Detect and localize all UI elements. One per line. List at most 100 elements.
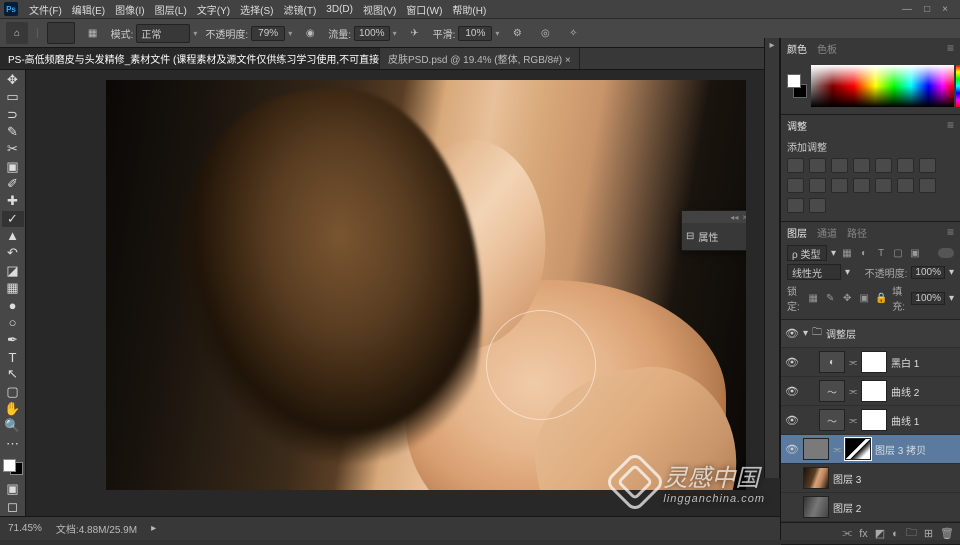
brush-panel-toggle[interactable]: ▦ <box>83 23 103 43</box>
tool-eyedropper[interactable]: ✐ <box>2 176 24 192</box>
layer-group[interactable]: 👁 ▾ 🗀 调整层 <box>781 320 960 348</box>
adj-bw[interactable] <box>787 178 804 193</box>
tool-healing[interactable]: ✚ <box>2 193 24 209</box>
adj-invert[interactable] <box>875 178 892 193</box>
lock-all-icon[interactable]: 🔒 <box>874 291 888 305</box>
layer-thumb[interactable]: 〜 <box>819 409 845 431</box>
airbrush-icon[interactable]: ✈ <box>405 23 425 43</box>
symmetry-icon[interactable]: ✧ <box>563 23 583 43</box>
panel-menu-icon[interactable]: ≡ <box>947 118 954 132</box>
color-fg-bg[interactable] <box>787 74 807 98</box>
tool-frame[interactable]: ▣ <box>2 159 24 175</box>
filter-shape-icon[interactable]: ▢ <box>891 246 905 260</box>
tab-paths[interactable]: 路径 <box>847 225 867 240</box>
adj-gradientmap[interactable] <box>787 198 804 213</box>
layer-opacity-value[interactable]: 100% <box>911 266 945 279</box>
tool-lasso[interactable]: ⊃ <box>2 107 24 123</box>
zoom-level[interactable]: 71.45% <box>8 523 42 534</box>
panel-collapse-icon[interactable]: ◂◂ <box>730 213 738 222</box>
lock-transparent-icon[interactable]: ▦ <box>806 291 820 305</box>
screen-mode[interactable]: ◻ <box>2 499 24 515</box>
tab-color[interactable]: 颜色 <box>787 41 807 56</box>
doc-size[interactable]: 文档:4.88M/25.9M <box>56 521 137 536</box>
opacity-value[interactable]: 79% <box>251 26 285 41</box>
tool-zoom[interactable]: 🔍 <box>2 418 24 434</box>
tool-move[interactable]: ✥ <box>2 72 24 88</box>
layer-filter-kind[interactable]: ρ 类型 <box>787 245 827 261</box>
properties-panel[interactable]: ◂◂× ⊟属性 <box>681 210 746 251</box>
lock-artboard-icon[interactable]: ▣ <box>857 291 871 305</box>
tool-dodge[interactable]: ○ <box>2 314 24 330</box>
tab-document-2[interactable]: 皮肤PSD.psd @ 19.4% (整体, RGB/8#) × <box>380 48 580 69</box>
link-layers-icon[interactable]: ⫘ <box>842 527 852 540</box>
adj-colorbalance[interactable] <box>919 158 936 173</box>
chevron-down-icon[interactable]: ▾ <box>803 328 808 339</box>
link-icon[interactable]: ⫘ <box>849 415 857 426</box>
mask-thumb[interactable] <box>861 380 887 402</box>
adj-photofilter[interactable] <box>809 178 826 193</box>
visibility-toggle[interactable]: 👁 <box>785 356 799 369</box>
blend-mode-select[interactable]: 线性光 <box>787 264 841 280</box>
layer-name[interactable]: 曲线 1 <box>891 413 956 428</box>
tab-document-1[interactable]: PS-高低频磨皮与头发精修_素材文件 (课程素材及源文件仅供练习学习使用,不可直… <box>0 48 380 69</box>
tool-path[interactable]: ↖ <box>2 366 24 382</box>
layer-name[interactable]: 曲线 2 <box>891 384 956 399</box>
adjustment-icon[interactable]: ◐ <box>892 528 899 540</box>
layer-row[interactable]: 👁 〜 ⫘ 曲线 2 <box>781 377 960 406</box>
visibility-toggle[interactable]: 👁 <box>785 414 799 427</box>
link-icon[interactable]: ⫘ <box>833 444 841 455</box>
layer-row[interactable]: 👁 ⫘ 图层 3 拷贝 <box>781 435 960 464</box>
filter-type-icon[interactable]: T <box>874 246 888 260</box>
adj-levels[interactable] <box>809 158 826 173</box>
layer-row[interactable]: 👁 ◐ ⫘ 黑白 1 <box>781 348 960 377</box>
menu-3d[interactable]: 3D(D) <box>321 4 358 15</box>
blend-mode-select[interactable]: 正常 <box>136 24 190 43</box>
layer-row[interactable]: 图层 2 <box>781 493 960 522</box>
layer-name[interactable]: 调整层 <box>826 326 956 341</box>
adj-selectivecolor[interactable] <box>809 198 826 213</box>
layer-name[interactable]: 图层 3 拷贝 <box>875 442 956 457</box>
gear-icon[interactable]: ⚙ <box>507 23 527 43</box>
tool-hand[interactable]: ✋ <box>2 401 24 417</box>
layer-name[interactable]: 黑白 1 <box>891 355 956 370</box>
flow-value[interactable]: 100% <box>354 26 390 41</box>
adj-colorlookup[interactable] <box>853 178 870 193</box>
adj-vibrance[interactable] <box>875 158 892 173</box>
adj-brightness[interactable] <box>787 158 804 173</box>
layer-thumb[interactable] <box>803 496 829 518</box>
tool-clone[interactable]: ▲ <box>2 228 24 244</box>
tool-quick-select[interactable]: ✎ <box>2 124 24 140</box>
tool-type[interactable]: T <box>2 349 24 365</box>
tab-swatches[interactable]: 色板 <box>817 41 837 56</box>
trash-icon[interactable]: 🗑 <box>940 527 954 540</box>
tool-pen[interactable]: ✒ <box>2 332 24 348</box>
fx-icon[interactable]: fx <box>859 528 868 540</box>
link-icon[interactable]: ⫘ <box>849 357 857 368</box>
filter-adj-icon[interactable]: ◐ <box>857 246 871 260</box>
new-layer-icon[interactable]: ⊞ <box>924 527 933 540</box>
layer-name[interactable]: 图层 2 <box>833 500 956 515</box>
menu-edit[interactable]: 编辑(E) <box>67 2 110 17</box>
close-icon[interactable]: × <box>742 213 746 222</box>
hue-strip[interactable] <box>956 65 960 107</box>
tool-marquee[interactable]: ▭ <box>2 89 24 105</box>
visibility-toggle[interactable]: 👁 <box>785 385 799 398</box>
link-icon[interactable]: ⫘ <box>849 386 857 397</box>
tab-adjustments[interactable]: 调整 <box>787 118 807 133</box>
layer-thumb[interactable] <box>803 438 829 460</box>
layer-thumb[interactable]: 〜 <box>819 380 845 402</box>
chevron-right-icon[interactable]: ▸ <box>151 523 156 534</box>
tool-crop[interactable]: ✂ <box>2 141 24 157</box>
mask-thumb[interactable] <box>861 409 887 431</box>
tab-channels[interactable]: 通道 <box>817 225 837 240</box>
filter-pixel-icon[interactable]: ▦ <box>840 246 854 260</box>
group-icon[interactable]: 🗀 <box>906 524 917 543</box>
lock-pixels-icon[interactable]: ✎ <box>823 291 837 305</box>
adj-exposure[interactable] <box>853 158 870 173</box>
tool-blur[interactable]: ● <box>2 297 24 313</box>
canvas[interactable]: ◂◂× ⊟属性 <box>106 80 746 490</box>
layer-row[interactable]: 图层 3 <box>781 464 960 493</box>
layer-thumb[interactable] <box>803 467 829 489</box>
layer-thumb[interactable]: ◐ <box>819 351 845 373</box>
home-button[interactable]: ⌂ <box>6 22 28 44</box>
